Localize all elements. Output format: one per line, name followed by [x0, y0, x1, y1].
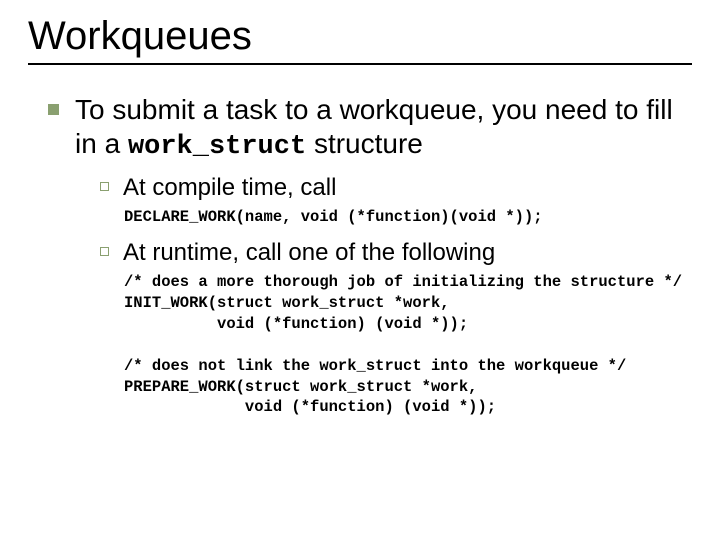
level1-text-post: structure [306, 128, 423, 159]
square-bullet-icon [48, 104, 59, 115]
open-square-bullet-icon [100, 247, 109, 256]
bullet-level2-runtime: At runtime, call one of the following [100, 238, 692, 268]
open-square-bullet-icon [100, 182, 109, 191]
code-block-declare-work: DECLARE_WORK(name, void (*function)(void… [124, 207, 692, 228]
level1-text: To submit a task to a workqueue, you nee… [75, 93, 692, 163]
bullet-level1: To submit a task to a workqueue, you nee… [48, 93, 692, 163]
level2-runtime-label: At runtime, call one of the following [123, 238, 495, 268]
code-block-init-prepare-work: /* does a more thorough job of initializ… [124, 272, 692, 418]
level2-compile-label: At compile time, call [123, 173, 336, 203]
slide: Workqueues To submit a task to a workque… [0, 0, 720, 540]
bullet-level2-compile: At compile time, call [100, 173, 692, 203]
title-rule [28, 63, 692, 65]
level1-code-inline: work_struct [128, 132, 306, 162]
slide-title: Workqueues [28, 14, 692, 59]
